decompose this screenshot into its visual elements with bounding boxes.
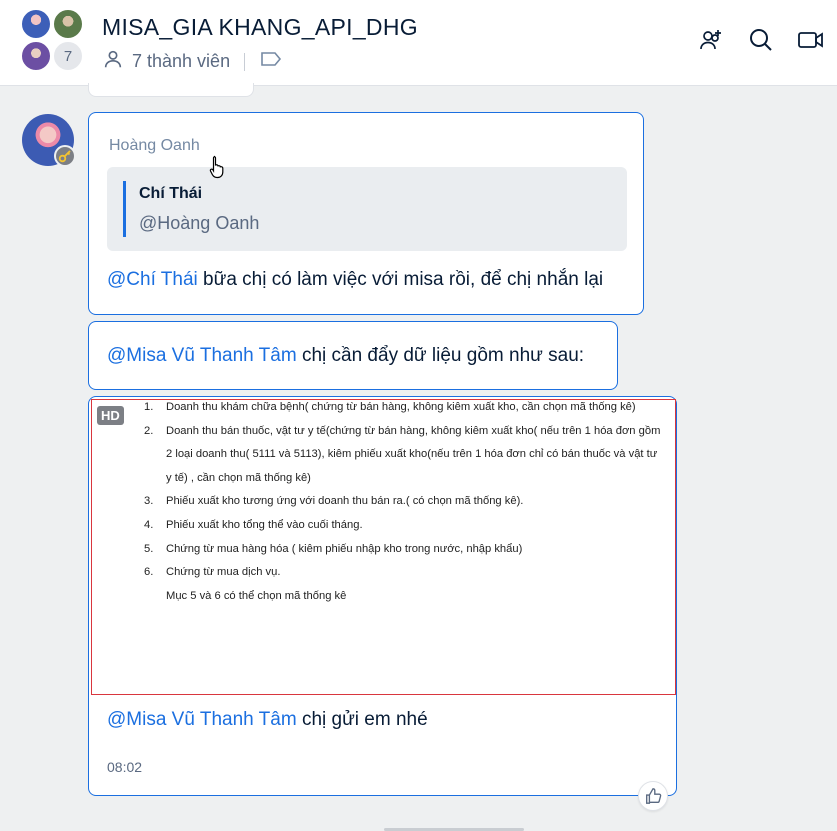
list-item: 5. Chứng từ mua hàng hóa ( kiêm phiếu nhậ… [144, 538, 664, 562]
hd-badge: HD [97, 406, 124, 425]
list-text: Chứng từ mua hàng hóa ( kiêm phiếu nhập … [166, 542, 523, 555]
member-avatar [52, 8, 84, 40]
list-text: Chứng từ mua dịch vụ. [166, 566, 281, 579]
quote-bar [123, 181, 126, 237]
list-number: 2. [144, 424, 154, 437]
header-actions [697, 26, 825, 54]
image-attachment[interactable]: 1. Doanh thu khám chữa bệnh( chứng từ bán… [91, 399, 676, 695]
search-icon[interactable] [747, 26, 775, 54]
list-text: Phiếu xuất kho tương ứng với doanh thu b… [166, 495, 524, 508]
list-number: 5. [144, 542, 154, 555]
member-count-badge: 7 [52, 40, 84, 72]
previous-message-bubble [88, 83, 254, 97]
list-item: 3. Phiếu xuất kho tương ứng với doanh thu… [144, 490, 664, 514]
document-image-content: 1. Doanh thu khám chữa bệnh( chứng từ bán… [144, 400, 664, 608]
key-icon [54, 145, 76, 167]
video-call-icon[interactable] [797, 26, 825, 54]
list-item: 6. Chứng từ mua dịch vụ. [144, 561, 664, 585]
chat-header: 7 MISA_GIA KHANG_API_DHG 7 thành viên [0, 0, 837, 86]
chat-area[interactable]: Hoàng Oanh Chí Thái @Hoàng Oanh @Chí Thá… [0, 83, 837, 831]
members-icon [102, 48, 124, 75]
list-text: Doanh thu bán thuốc, vật tư y tế(chứng t… [166, 424, 661, 484]
group-subtitle: 7 thành viên [102, 48, 283, 75]
list-number: 1. [144, 401, 154, 413]
list-number: 6. [144, 566, 154, 579]
message-bubble[interactable]: @Misa Vũ Thanh Tâm chị cần đẩy dữ liệu g… [88, 321, 618, 390]
divider [244, 52, 246, 71]
message-timestamp: 08:02 [107, 759, 143, 775]
list-number: 3. [144, 495, 154, 508]
document-note: Mục 5 và 6 có thể chọn mã thống kê [166, 589, 347, 602]
message-body: bữa chị có làm việc với misa rồi, để chị… [197, 269, 604, 290]
message-bubble[interactable]: 1. Doanh thu khám chữa bệnh( chứng từ bán… [88, 396, 677, 796]
mention-link[interactable]: @Misa Vũ Thanh Tâm [107, 345, 297, 366]
quoted-message[interactable]: Chí Thái @Hoàng Oanh [107, 167, 627, 251]
message-body: chị cần đẩy dữ liệu gồm như sau: [296, 345, 585, 366]
list-text: Phiếu xuất kho tổng thể vào cuối tháng. [166, 518, 363, 531]
list-text: Doanh thu khám chữa bệnh( chứng từ bán h… [166, 401, 636, 413]
tag-icon[interactable] [259, 50, 283, 73]
thumbs-up-icon [646, 788, 662, 804]
member-avatar [20, 8, 52, 40]
message-text: @Chí Thái bữa chị có làm việc với misa r… [107, 269, 603, 291]
mention-link[interactable]: @Chí Thái [107, 269, 198, 290]
mouse-cursor-icon [209, 155, 225, 184]
group-avatar[interactable]: 7 [20, 8, 86, 74]
sender-name[interactable]: Hoàng Oanh [109, 137, 200, 155]
list-item: 4. Phiếu xuất kho tổng thể vào cuối tháng… [144, 514, 664, 538]
list-item: 2. Doanh thu bán thuốc, vật tư y tế(chứng… [144, 420, 664, 491]
message-bubble[interactable]: Hoàng Oanh Chí Thái @Hoàng Oanh @Chí Thá… [88, 112, 644, 315]
quote-text: @Hoàng Oanh [139, 213, 260, 233]
list-number: 4. [144, 518, 154, 531]
message-body: chị gửi em nhé [296, 709, 428, 730]
quote-author: Chí Thái [139, 185, 203, 202]
like-reaction-button[interactable] [638, 781, 668, 811]
group-title[interactable]: MISA_GIA KHANG_API_DHG [102, 14, 418, 41]
members-count-link[interactable]: 7 thành viên [132, 51, 230, 72]
mention-link[interactable]: @Misa Vũ Thanh Tâm [107, 709, 297, 730]
add-member-icon[interactable] [697, 26, 725, 54]
member-avatar [20, 40, 52, 72]
message-text: @Misa Vũ Thanh Tâm chị cần đẩy dữ liệu g… [107, 345, 584, 367]
list-item: 1. Doanh thu khám chữa bệnh( chứng từ bán… [144, 400, 664, 420]
message-text: @Misa Vũ Thanh Tâm chị gửi em nhé [107, 709, 428, 731]
